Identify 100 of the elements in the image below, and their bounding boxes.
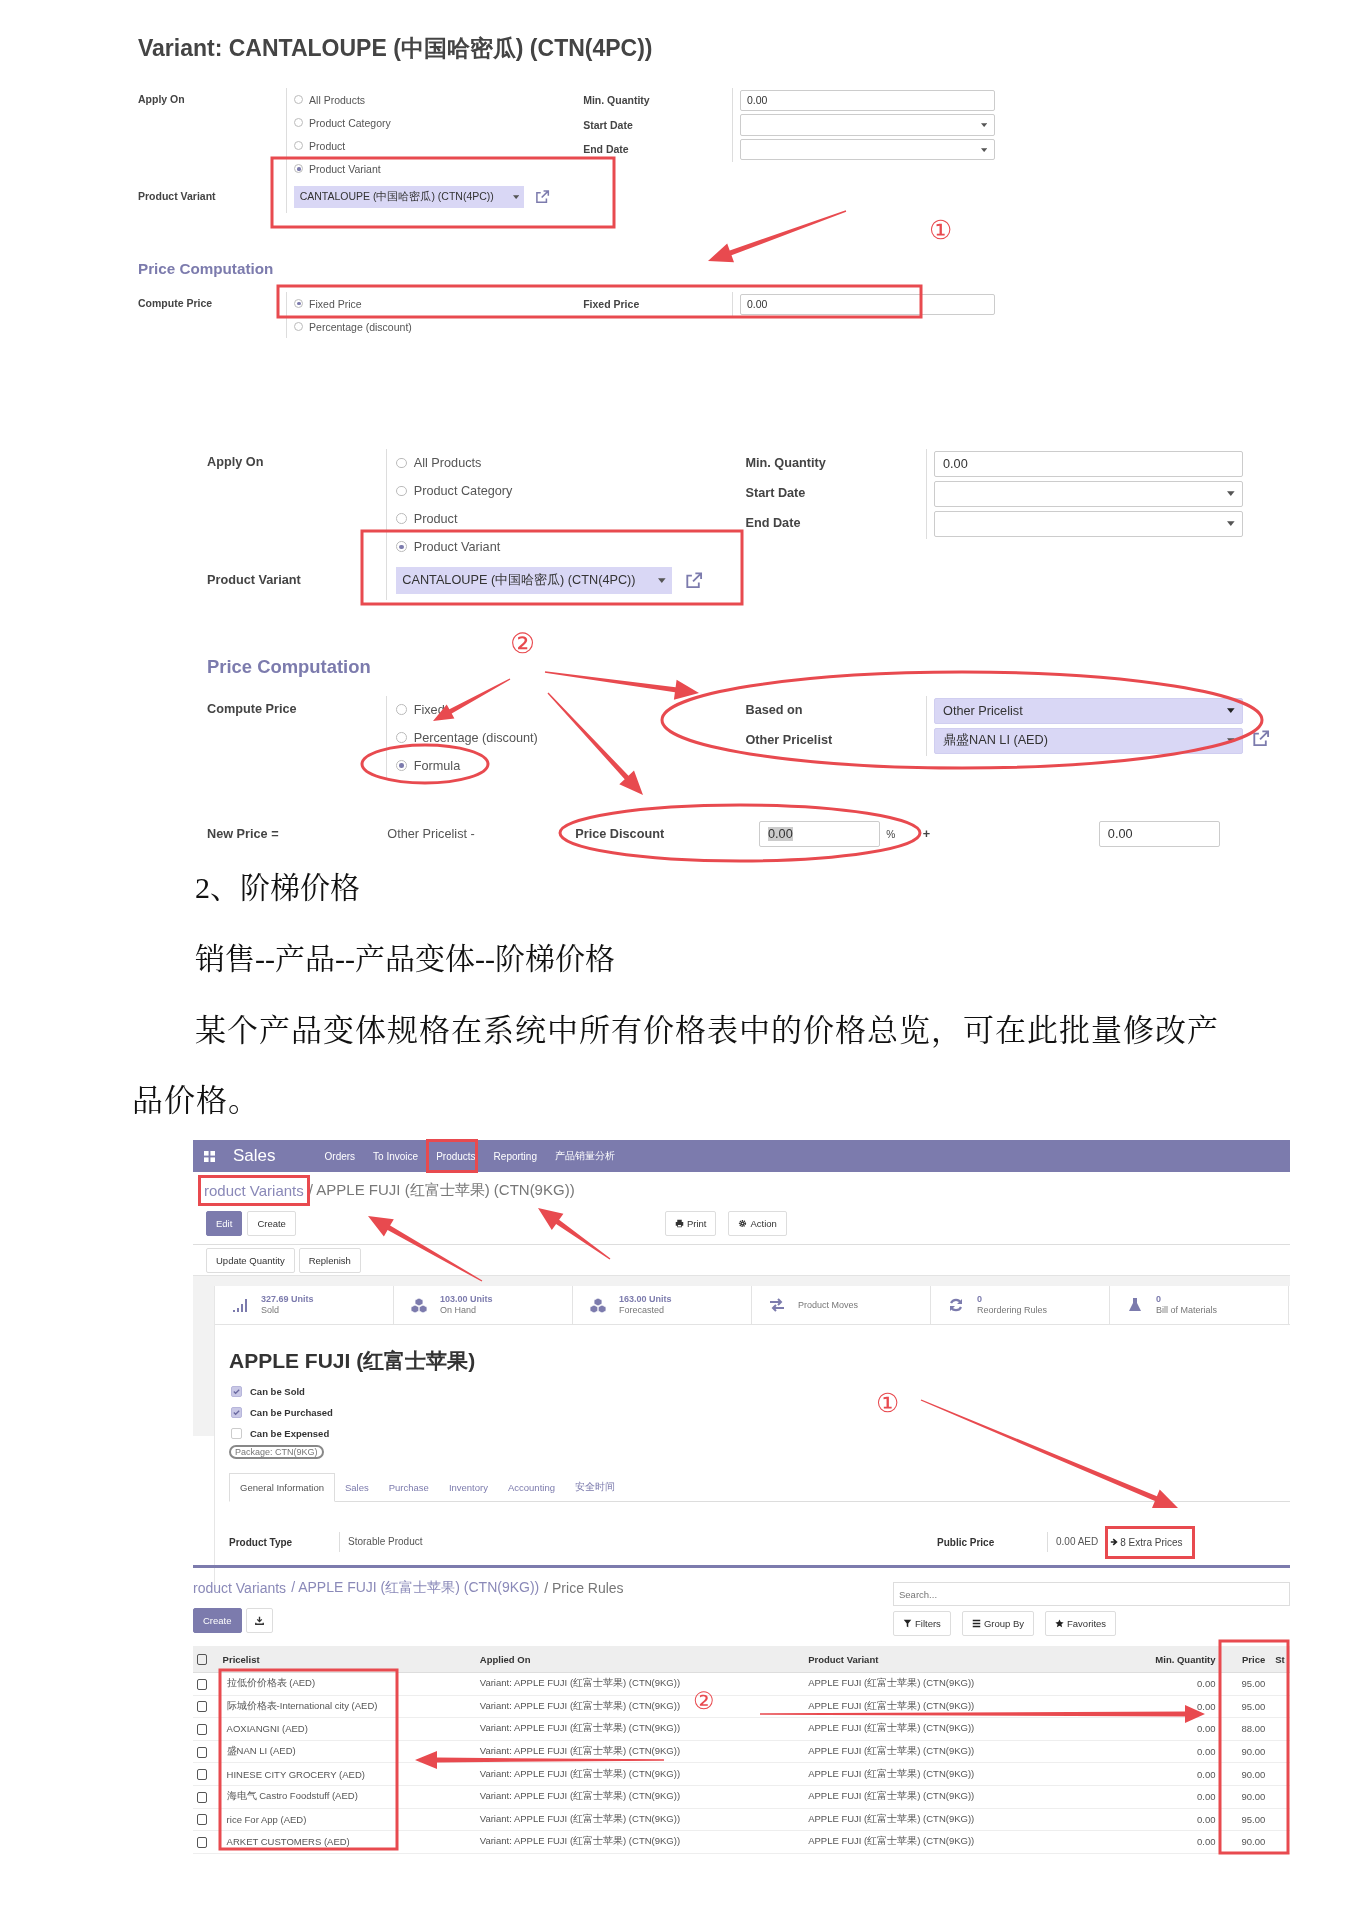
table-cell: Variant: APPLE FUJI (红富士苹果) (CTN(9KG)): [475, 1785, 805, 1809]
tab[interactable]: Purchase: [378, 1473, 439, 1501]
row-checkbox[interactable]: [197, 1723, 207, 1735]
filter-button[interactable]: Filters: [893, 1611, 951, 1636]
row-checkbox[interactable]: [197, 1836, 207, 1848]
caret-icon: [981, 147, 988, 152]
radio-button[interactable]: [395, 457, 407, 469]
apps-menu-icon[interactable]: [204, 1150, 215, 1162]
stock-button[interactable]: Replenish: [298, 1247, 361, 1273]
field-label: Product Variant: [207, 572, 301, 589]
gear-icon: [738, 1218, 748, 1228]
table-cell: 95.00: [1219, 1672, 1270, 1696]
toolbar-button[interactable]: Edit: [206, 1210, 243, 1236]
field-label: Other Pricelist: [745, 733, 833, 749]
create-button[interactable]: Create: [193, 1608, 242, 1633]
fixed-price-field[interactable]: 0.00: [739, 293, 995, 316]
toolbar-button[interactable]: Create: [247, 1210, 296, 1236]
menu-item[interactable]: Reporting: [493, 1150, 537, 1162]
product-variant-dropdown[interactable]: CANTALOUPE (中国哈密瓜) (CTN(4PC)): [395, 567, 673, 594]
radio-button[interactable]: [395, 760, 407, 772]
radio-button[interactable]: [395, 485, 407, 497]
surcharge-field[interactable]: 0.00: [1099, 821, 1220, 848]
external-link-icon[interactable]: [1251, 728, 1270, 748]
external-link-icon[interactable]: [685, 571, 704, 590]
radio-button[interactable]: [395, 541, 407, 553]
stat-label: On Hand: [440, 1305, 478, 1316]
search-field[interactable]: Search...: [893, 1582, 1290, 1606]
paragraph: 某个产品变体规格在系统中所有价格表中的价格总览，可在此批量修改产品价格。: [132, 1012, 1220, 1120]
toolbar-button[interactable]: Action: [728, 1210, 787, 1236]
row-checkbox[interactable]: [197, 1678, 207, 1690]
stat-button[interactable]: 327.69 Units Sold: [215, 1286, 394, 1324]
stat-value: 327.69 Units: [261, 1294, 314, 1305]
row-checkbox[interactable]: [197, 1791, 207, 1803]
radio-button[interactable]: [395, 732, 407, 744]
radio-button[interactable]: [294, 322, 304, 332]
based-on-dropdown[interactable]: Other Pricelist: [934, 697, 1244, 724]
stat-button[interactable]: 103.00 Units On Hand: [394, 1286, 573, 1324]
column-header[interactable]: Min. Quantity: [1123, 1646, 1220, 1673]
extra-prices-link[interactable]: 8 Extra Prices: [1110, 1536, 1183, 1548]
checkbox[interactable]: [231, 1428, 242, 1439]
stock-button[interactable]: Update Quantity: [206, 1247, 295, 1273]
row-checkbox[interactable]: [197, 1814, 207, 1826]
radio-button[interactable]: [294, 95, 304, 104]
filter-button[interactable]: Group By: [961, 1611, 1034, 1636]
tab[interactable]: Inventory: [438, 1473, 498, 1501]
row-checkbox[interactable]: [197, 1746, 207, 1758]
radio-button[interactable]: [395, 704, 407, 716]
field-label: End Date: [583, 143, 629, 156]
filter-button[interactable]: Favorites: [1045, 1611, 1117, 1636]
column-header[interactable]: Price: [1219, 1646, 1270, 1673]
checkbox-label: Can be Expensed: [250, 1428, 330, 1439]
radio-button[interactable]: [294, 141, 304, 151]
app-name: Sales: [233, 1146, 276, 1166]
table-cell: APPLE FUJI (红富士苹果) (CTN(9KG)): [804, 1740, 1124, 1763]
stat-button[interactable]: 163.00 Units Forecasted: [573, 1286, 752, 1324]
radio-button[interactable]: [294, 164, 304, 174]
column-header[interactable]: Applied On: [475, 1646, 805, 1673]
price-discount-field[interactable]: 0.00: [759, 821, 881, 848]
radio-button[interactable]: [395, 513, 407, 525]
checkbox[interactable]: [231, 1386, 242, 1397]
table-cell: 90.00: [1219, 1740, 1270, 1763]
radio-button[interactable]: [294, 118, 304, 128]
tab[interactable]: General Information: [229, 1473, 335, 1502]
caret-icon: [1227, 521, 1235, 527]
field-label: Start Date: [745, 486, 806, 502]
radio-button[interactable]: [294, 299, 304, 309]
arrow-right-icon: [1110, 1538, 1119, 1546]
tab[interactable]: 安全时间: [564, 1473, 625, 1501]
min-quantity-field[interactable]: 0.00: [934, 450, 1244, 477]
min-quantity-field[interactable]: 0.00: [739, 89, 995, 112]
table-cell: 90.00: [1219, 1762, 1270, 1786]
start-date-field[interactable]: [739, 114, 995, 136]
row-checkbox[interactable]: [197, 1701, 207, 1713]
start-date-field[interactable]: [934, 480, 1244, 507]
stat-button[interactable]: 0 Bill of Materials: [1110, 1286, 1289, 1324]
column-header[interactable]: Product Variant: [804, 1646, 1124, 1673]
menu-item[interactable]: To Invoice: [373, 1150, 419, 1162]
download-button[interactable]: [245, 1608, 273, 1633]
menu-item[interactable]: 产品销量分析: [554, 1149, 615, 1163]
menu-item[interactable]: Orders: [324, 1150, 356, 1162]
row-checkbox[interactable]: [197, 1769, 207, 1781]
checkbox[interactable]: [231, 1407, 242, 1418]
end-date-field[interactable]: [934, 510, 1244, 537]
pricelist-select-field[interactable]: 鼎盛NAN LI (AED): [934, 727, 1244, 754]
stat-label: Reordering Rules: [977, 1305, 1048, 1316]
external-link-icon[interactable]: [534, 189, 551, 205]
column-header[interactable]: Pricelist: [210, 1646, 476, 1673]
tab[interactable]: Accounting: [497, 1473, 565, 1501]
field-label: Product Variant: [138, 190, 216, 203]
menu-item[interactable]: Products: [436, 1150, 476, 1162]
select-all-checkbox[interactable]: [197, 1654, 207, 1665]
stat-button[interactable]: Product Moves: [752, 1286, 931, 1324]
caret-icon: [658, 577, 666, 583]
toolbar-button[interactable]: Print: [664, 1210, 717, 1236]
stat-button[interactable]: 0 Reordering Rules: [931, 1286, 1110, 1324]
end-date-field[interactable]: [739, 138, 995, 161]
product-variant-dropdown[interactable]: CANTALOUPE (中国哈密瓜) (CTN(4PC)): [294, 185, 525, 208]
radio-label: Product Category: [413, 483, 513, 498]
tab[interactable]: Sales: [334, 1473, 379, 1501]
table-cell: 0.00: [1123, 1830, 1220, 1854]
